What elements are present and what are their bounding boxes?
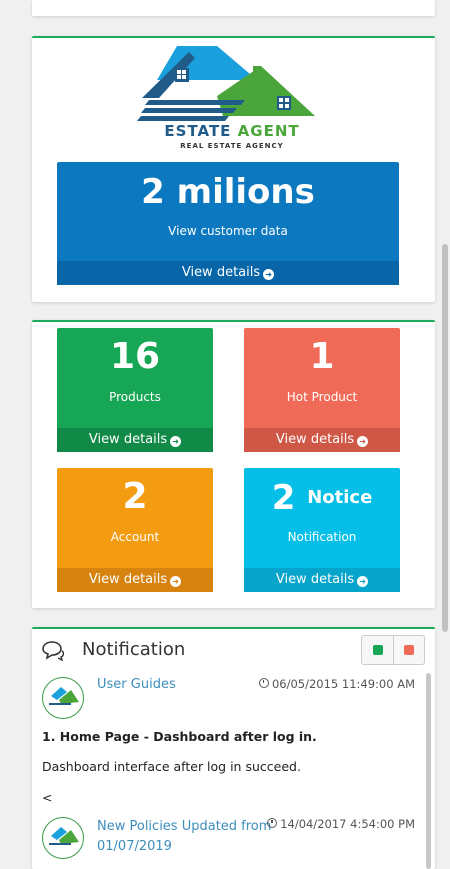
customer-data-label: View customer data (168, 224, 288, 238)
notification-view-details-link[interactable]: View details ➜ (244, 568, 400, 592)
arrow-circle-right-icon: ➜ (357, 436, 369, 447)
box-tools (361, 635, 425, 665)
account-tile: 2 Account View details ➜ (57, 468, 213, 592)
account-view-details-link[interactable]: View details ➜ (57, 568, 213, 592)
estate-agent-avatar-icon (49, 687, 79, 711)
notification-title: Notification (82, 639, 186, 660)
avatar (42, 677, 84, 719)
page-scrollbar-thumb[interactable] (442, 244, 448, 632)
house-logo-icon (137, 46, 315, 121)
notification-scrollbar[interactable] (425, 673, 433, 869)
account-label: Account (110, 530, 160, 544)
notice-count: 2 Notice (244, 478, 400, 518)
notification-panel: Notification User Guides 06/05/2015 11:4… (32, 627, 435, 869)
account-count: 2 (122, 476, 148, 517)
customer-count: 2 milions (141, 172, 315, 212)
notification-tile: 2 Notice Notification View details ➜ (244, 468, 400, 592)
notification-item-time: 14/04/2017 4:54:00 PM (267, 817, 415, 831)
notification-more: < (42, 790, 53, 805)
logo-title-agent: AGENT (237, 122, 300, 140)
avatar (42, 817, 84, 859)
hot-product-view-details-link[interactable]: View details ➜ (244, 428, 400, 452)
view-details-label: View details (275, 432, 355, 447)
products-count: 16 (109, 336, 161, 377)
products-tile: 16 Products View details ➜ (57, 328, 213, 452)
products-label: Products (109, 390, 161, 404)
notification-text: Dashboard interface after log in succeed… (42, 759, 301, 774)
customer-data-tile: 2 milions View customer data View detail… (57, 162, 399, 285)
notice-count-value: 2 (271, 478, 296, 518)
previous-panel-bottom (32, 0, 435, 16)
view-details-label: View details (88, 432, 168, 447)
notification-item-time: 06/05/2015 11:49:00 AM (258, 677, 415, 691)
notification-item-time-text: 06/05/2015 11:49:00 AM (271, 677, 415, 691)
green-square-icon (373, 645, 383, 655)
notification-item-time-text: 14/04/2017 4:54:00 PM (280, 817, 415, 831)
stats-panel: 16 Products View details ➜ 1 Hot Product … (32, 320, 435, 608)
arrow-circle-right-icon: ➜ (263, 269, 275, 280)
arrow-circle-right-icon: ➜ (170, 576, 182, 587)
notification-item-title[interactable]: New Policies Updated from 01/07/2019 (97, 817, 277, 857)
view-details-label: View details (88, 572, 168, 587)
notification-item-title[interactable]: User Guides (97, 677, 176, 692)
tool-button-red[interactable] (393, 636, 424, 664)
estate-agent-avatar-icon (49, 827, 79, 851)
view-details-label: View details (181, 265, 261, 280)
comments-icon (42, 641, 65, 661)
hot-product-label: Hot Product (286, 390, 358, 404)
logo-title: ESTATE AGENT (137, 122, 327, 140)
arrow-circle-right-icon: ➜ (357, 576, 369, 587)
view-details-label: View details (275, 572, 355, 587)
arrow-circle-right-icon: ➜ (170, 436, 182, 447)
hot-product-count: 1 (309, 336, 335, 377)
notification-header: Notification (32, 629, 435, 673)
products-view-details-link[interactable]: View details ➜ (57, 428, 213, 452)
brand-panel: ESTATE AGENT REAL ESTATE AGENCY 2 milion… (32, 36, 435, 302)
logo-subtitle: REAL ESTATE AGENCY (180, 142, 284, 150)
customer-view-details-link[interactable]: View details ➜ (57, 261, 399, 285)
red-square-icon (404, 645, 414, 655)
logo-title-estate: ESTATE (164, 122, 238, 140)
notification-heading: 1. Home Page - Dashboard after log in. (42, 729, 317, 744)
hot-product-tile: 1 Hot Product View details ➜ (244, 328, 400, 452)
page-scrollbar[interactable] (440, 0, 450, 856)
estate-agent-logo: ESTATE AGENT REAL ESTATE AGENCY (137, 44, 327, 154)
tool-button-green[interactable] (362, 636, 394, 664)
notification-scrollbar-thumb[interactable] (426, 673, 431, 869)
clock-icon (258, 678, 269, 688)
clock-icon (267, 818, 278, 828)
notification-label: Notification (287, 530, 357, 544)
notice-count-suffix: Notice (307, 487, 373, 508)
